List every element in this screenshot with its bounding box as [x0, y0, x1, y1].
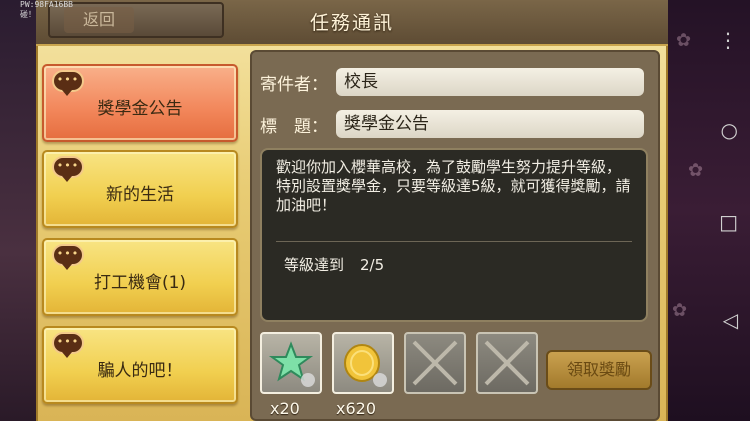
back-button-label: 返回	[64, 7, 134, 33]
speech-bubble-icon: •••	[52, 244, 84, 270]
tab-no-way[interactable]: ••• 騙人的吧！	[42, 326, 238, 404]
blossom-decoration: ✿	[676, 30, 692, 51]
empty-slot-icon	[484, 340, 530, 386]
sender-field: 校長	[336, 68, 644, 96]
back-button[interactable]: 返回	[48, 2, 224, 38]
tab-scholarship-notice[interactable]: ••• 獎學金公告	[42, 64, 238, 142]
reward-quantity: x620	[336, 399, 377, 418]
requirement-progress: 2/5	[360, 256, 385, 274]
message-box: 歡迎你加入櫻華高校，為了鼓勵學生努力提升等級，特別設置獎學金，只要等級達5級，就…	[260, 148, 648, 322]
debug-note: 碰！	[20, 10, 36, 19]
empty-slot-icon	[412, 340, 458, 386]
requirement-label: 等級達到	[284, 256, 345, 274]
subject-field: 獎學金公告	[336, 110, 644, 138]
reward-slot-coin[interactable]	[332, 332, 394, 394]
debug-overlay: PW:98FA16BB 碰！	[20, 0, 73, 20]
reward-slot-empty	[404, 332, 466, 394]
left-background	[0, 0, 36, 421]
tab-part-time-job[interactable]: ••• 打工機會(1)	[42, 238, 238, 316]
reward-quantity: x20	[270, 399, 300, 418]
tab-label: 騙人的吧！	[97, 361, 183, 381]
mission-tab-list: ••• 獎學金公告 ••• 新的生活 ••• 打工機會(1) ••• 騙人的吧！	[42, 60, 242, 421]
message-body: 歡迎你加入櫻華高校，為了鼓勵學生努力提升等級，特別設置獎學金，只要等級達5級，就…	[276, 158, 631, 214]
sender-label: 寄件者：	[260, 75, 328, 95]
message-divider	[276, 241, 632, 242]
right-background: ✿ ✿ ✿ ⋮ ○ □ ◁	[668, 0, 750, 421]
mail-panel: 寄件者： 校長 標 題： 獎學金公告 歡迎你加入櫻華高校，為了鼓勵學生努力提升等…	[250, 50, 660, 421]
tab-label: 打工機會(1)	[93, 273, 187, 293]
claim-reward-button[interactable]: 領取獎勵	[546, 350, 652, 390]
more-vert-icon[interactable]: ⋮	[718, 28, 738, 52]
level-requirement: 等級達到 2/5	[284, 254, 400, 275]
speech-bubble-icon: •••	[52, 332, 84, 358]
speech-bubble-icon: •••	[52, 156, 84, 182]
reward-slot-star[interactable]	[260, 332, 322, 394]
blossom-decoration: ✿	[672, 300, 688, 321]
tab-label: 新的生活	[106, 185, 174, 205]
square-icon[interactable]: □	[719, 210, 738, 234]
back-icon[interactable]: ◁	[723, 308, 738, 332]
tab-label: 獎學金公告	[97, 99, 183, 119]
reward-slot-empty	[476, 332, 538, 394]
subject-label: 標 題：	[260, 117, 328, 137]
home-icon[interactable]: ○	[721, 118, 738, 142]
debug-password: PW:98FA16BB	[20, 0, 73, 9]
gold-coin-icon	[344, 344, 387, 387]
tab-new-life[interactable]: ••• 新的生活	[42, 150, 238, 228]
star-icon	[268, 341, 315, 387]
blossom-decoration: ✿	[688, 160, 704, 181]
speech-bubble-icon: •••	[52, 70, 84, 96]
